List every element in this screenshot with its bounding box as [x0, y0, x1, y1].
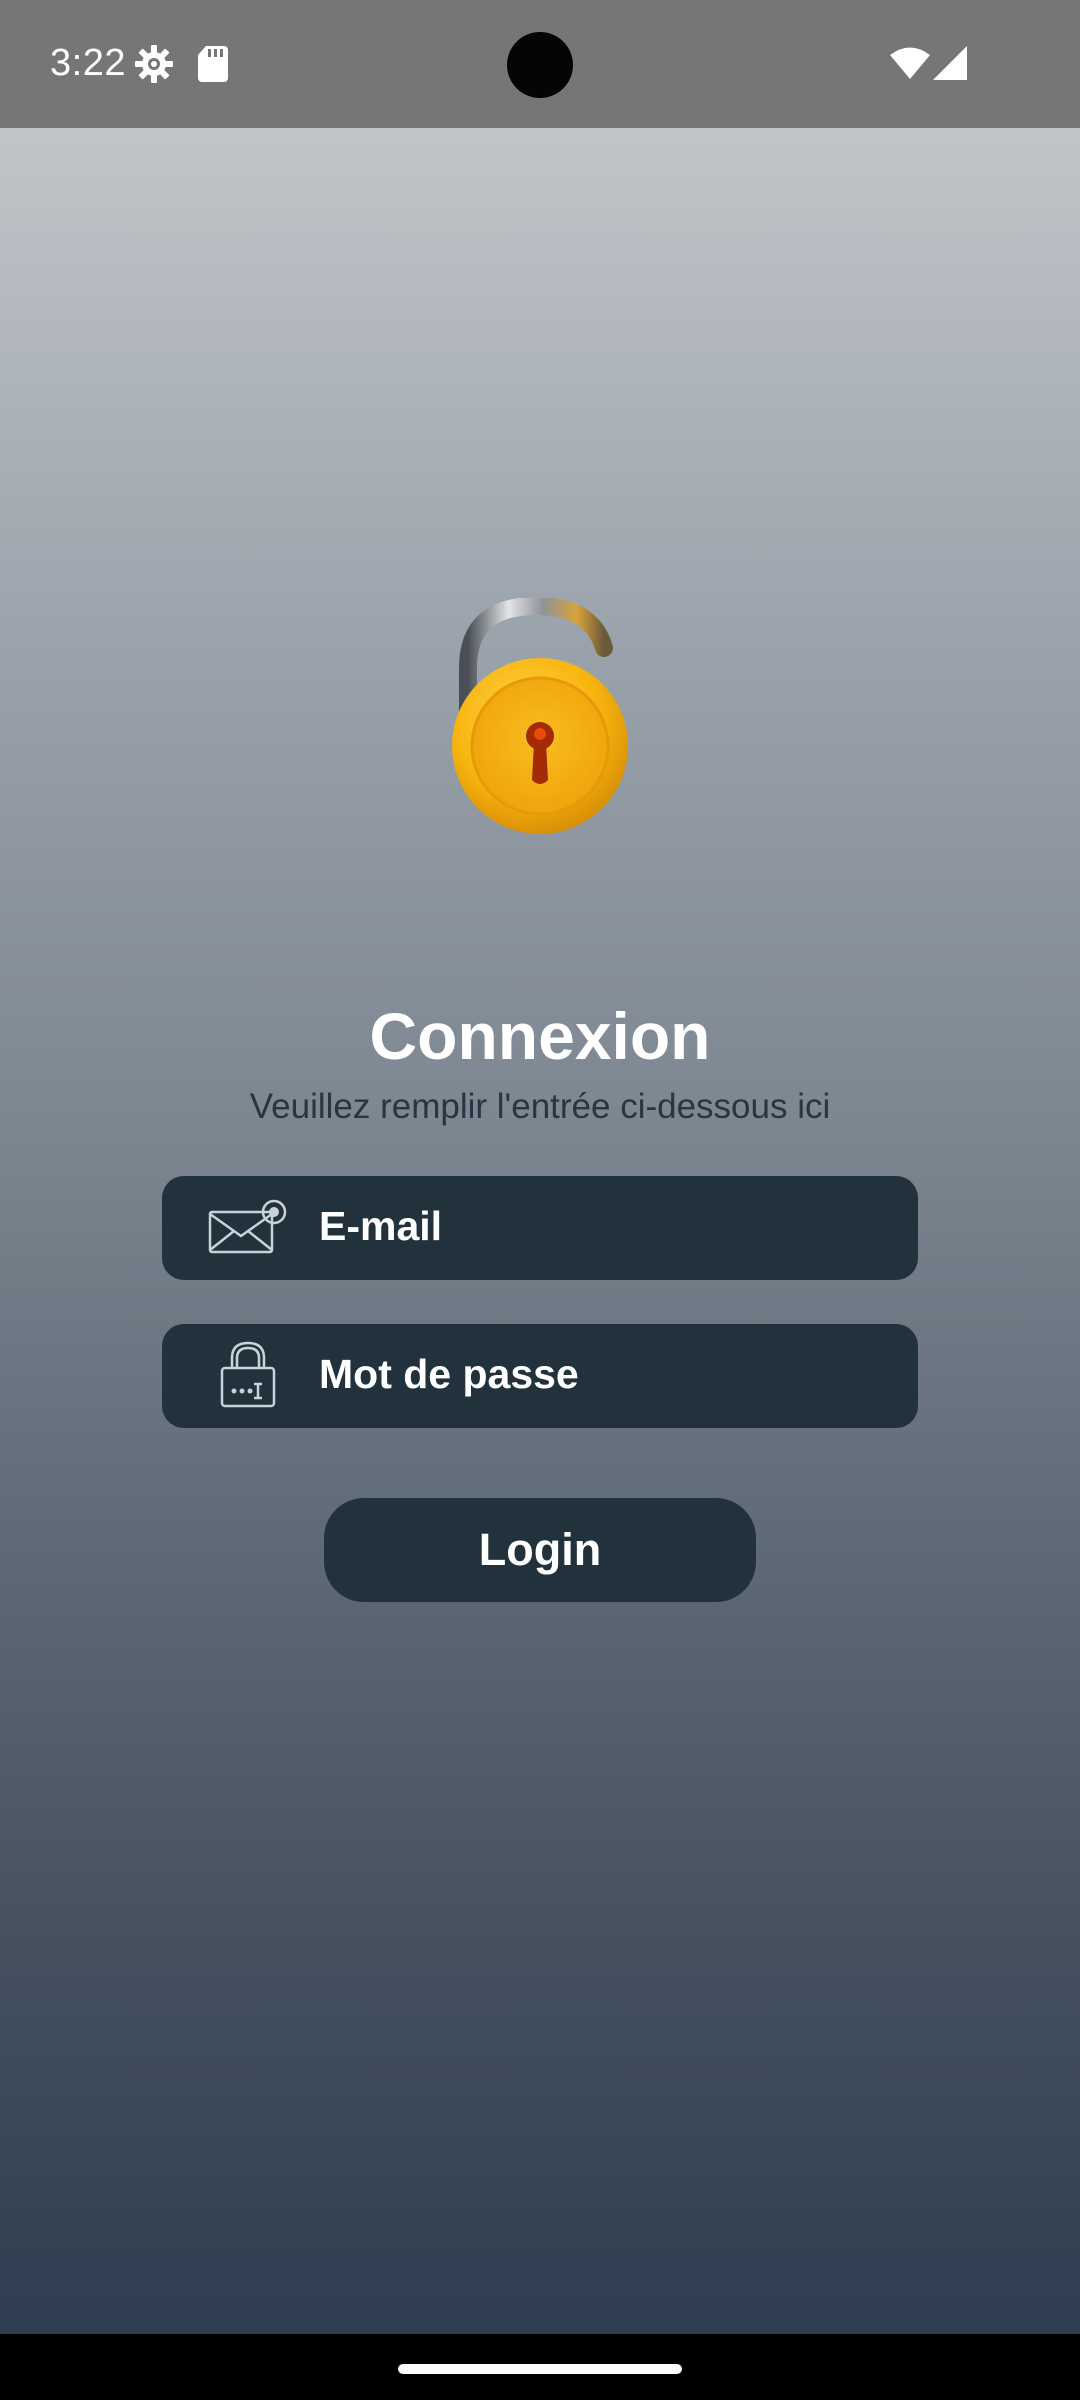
password-field-label: Mot de passe	[319, 1351, 579, 1397]
status-time: 3:22	[50, 42, 126, 84]
status-bar: 3:22	[0, 0, 1080, 128]
navigation-bar	[0, 2334, 1080, 2400]
home-gesture-handle[interactable]	[398, 2364, 682, 2374]
unlocked-padlock-icon	[452, 598, 628, 834]
wifi-icon	[890, 47, 930, 79]
sd-card-icon	[198, 46, 228, 82]
envelope-icon	[208, 1199, 287, 1254]
password-field[interactable]: Mot de passe	[162, 1324, 918, 1428]
email-field-label: E-mail	[319, 1203, 443, 1249]
cellular-signal-icon	[933, 46, 967, 80]
email-field[interactable]: E-mail	[162, 1176, 918, 1280]
login-button[interactable]: Login	[324, 1498, 756, 1602]
settings-gear-icon	[135, 45, 173, 83]
lock-password-icon	[220, 1341, 276, 1408]
page-title: Connexion	[369, 999, 711, 1073]
login-screen: Connexion Veuillez remplir l'entrée ci-d…	[0, 128, 1080, 2334]
front-camera-cutout	[507, 32, 573, 98]
page-subtitle: Veuillez remplir l'entrée ci-dessous ici	[249, 1087, 831, 1126]
